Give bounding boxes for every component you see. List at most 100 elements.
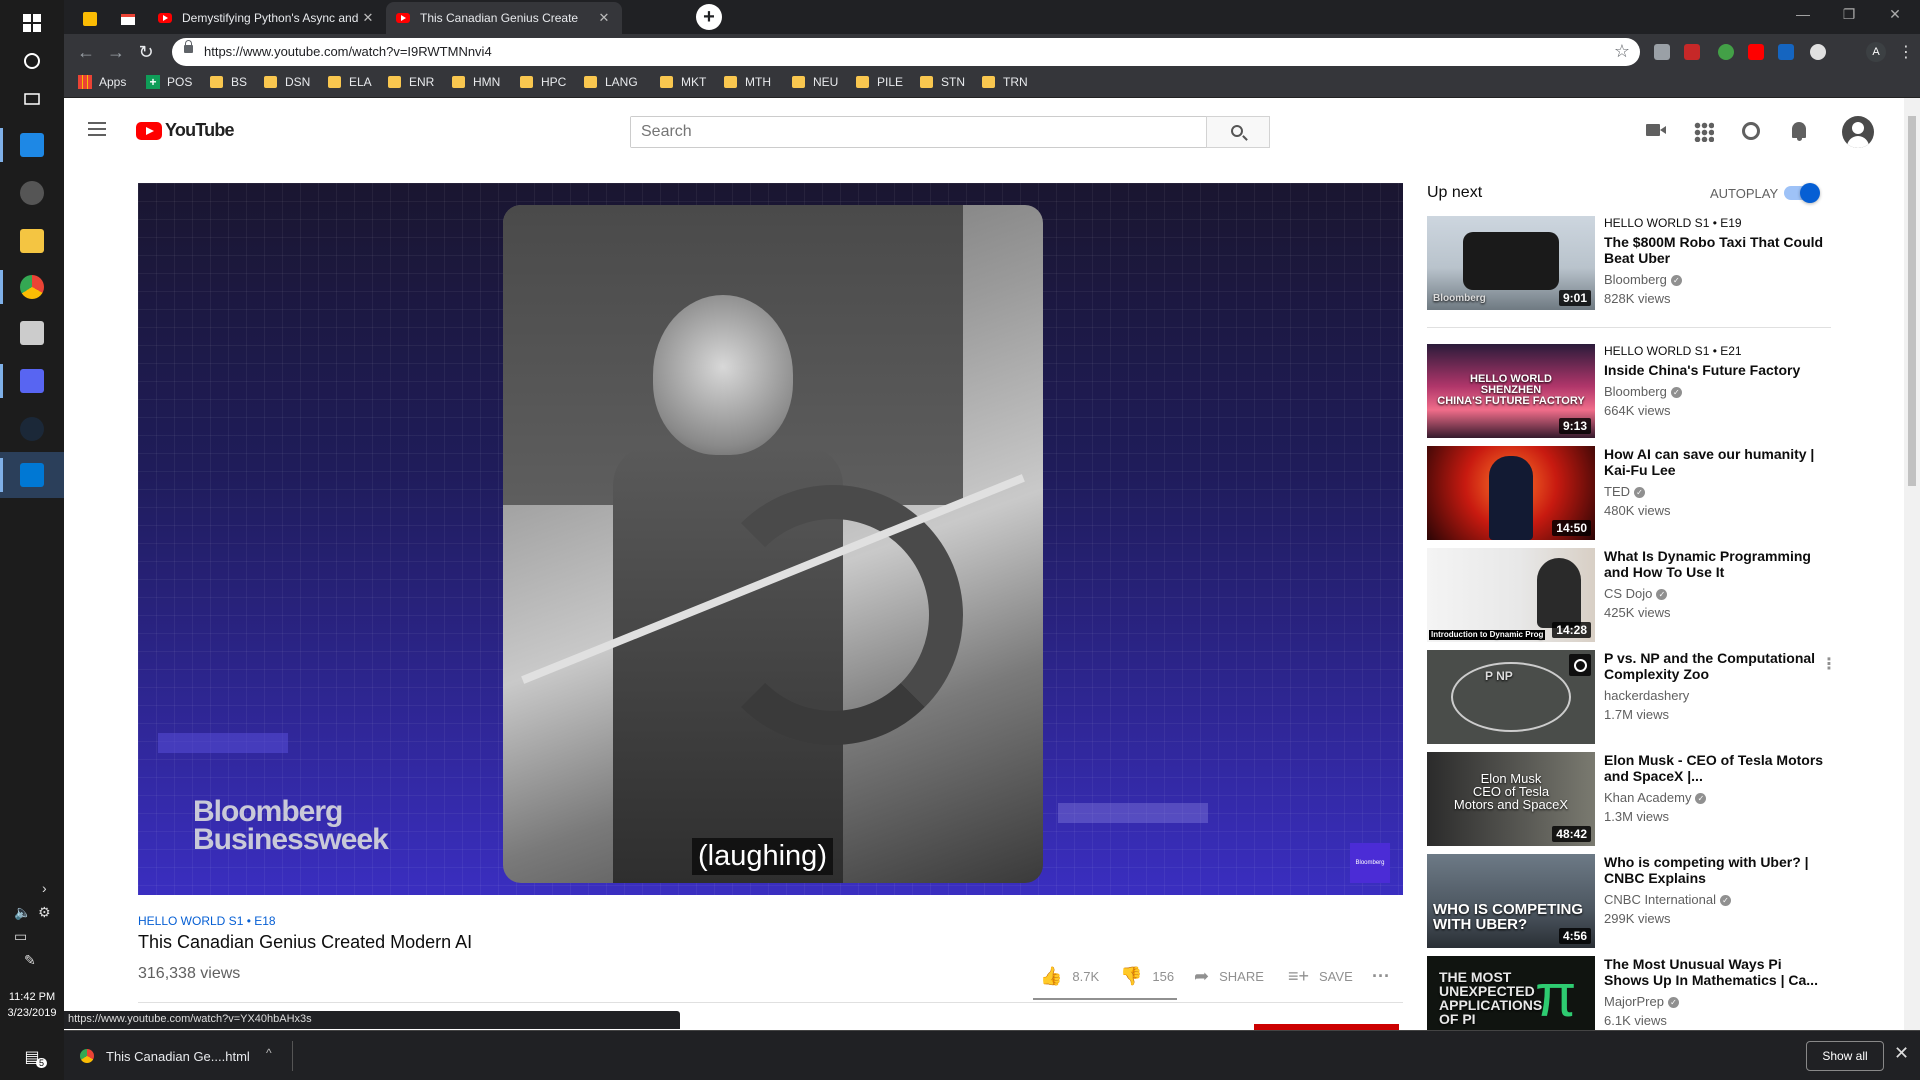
video-title[interactable]: What Is Dynamic Programming and How To U… bbox=[1604, 548, 1824, 580]
bookmark-folder[interactable]: STN bbox=[920, 75, 965, 89]
video-title[interactable]: Who is competing with Uber? | CNBC Expla… bbox=[1604, 854, 1824, 886]
video-title[interactable]: P vs. NP and the Computational Complexit… bbox=[1604, 650, 1824, 682]
video-title[interactable]: How AI can save our humanity | Kai-Fu Le… bbox=[1604, 446, 1824, 478]
account-avatar[interactable] bbox=[1842, 116, 1874, 148]
tab-close-icon[interactable]: ✕ bbox=[596, 10, 612, 26]
bookmark-folder[interactable]: HPC bbox=[520, 75, 566, 89]
video-thumbnail[interactable]: P NP bbox=[1427, 650, 1595, 744]
forward-arrow-icon[interactable]: → bbox=[104, 40, 128, 64]
extension-youtube-icon[interactable] bbox=[1748, 44, 1764, 60]
bookmark-folder[interactable]: BS bbox=[210, 75, 247, 89]
recommendation-item[interactable]: HELLO WORLD SHENZHEN CHINA'S FUTURE FACT… bbox=[1427, 344, 1837, 438]
close-downloads-icon[interactable]: ✕ bbox=[1894, 1043, 1909, 1064]
guide-menu-icon[interactable] bbox=[88, 122, 106, 136]
show-hidden-icons-chevron-icon[interactable]: › bbox=[42, 880, 47, 896]
vscode-icon[interactable] bbox=[0, 452, 64, 498]
task-view-icon[interactable] bbox=[0, 76, 64, 122]
series-tag[interactable]: HELLO WORLD S1 • E18 bbox=[138, 914, 276, 928]
steam-icon[interactable] bbox=[0, 406, 64, 452]
video-thumbnail[interactable]: WHO IS COMPETING WITH UBER? 4:56 bbox=[1427, 854, 1595, 948]
notifications-bell-icon[interactable] bbox=[1792, 122, 1806, 141]
pinned-tab-keep[interactable] bbox=[72, 4, 108, 34]
bookmark-folder[interactable]: TRN bbox=[982, 75, 1028, 89]
watch-later-clock-icon[interactable] bbox=[1569, 654, 1591, 676]
network-icon[interactable]: ⚙ bbox=[38, 904, 51, 921]
clock-date[interactable]: 3/23/2019 bbox=[0, 1006, 64, 1020]
apps-grid-icon[interactable] bbox=[1694, 122, 1714, 142]
volume-icon[interactable]: 🔈 bbox=[14, 904, 31, 921]
bookmark-folder[interactable]: NEU bbox=[792, 75, 838, 89]
bookmark-star-icon[interactable]: ☆ bbox=[1614, 41, 1630, 62]
scrollbar-thumb[interactable] bbox=[1908, 116, 1916, 486]
video-thumbnail[interactable]: THE MOST UNEXPECTED APPLICATIONS OF PI π bbox=[1427, 956, 1595, 1030]
profile-avatar[interactable]: A bbox=[1866, 42, 1886, 62]
video-title[interactable]: The Most Unusual Ways Pi Shows Up In Mat… bbox=[1604, 956, 1824, 988]
app-discord-icon[interactable] bbox=[0, 358, 64, 404]
address-url[interactable]: https://www.youtube.com/watch?v=I9RWTMNn… bbox=[204, 44, 492, 59]
bookmark-folder[interactable]: LANG bbox=[584, 75, 638, 89]
share-button[interactable]: ➦ SHARE bbox=[1194, 966, 1264, 987]
file-explorer-icon[interactable] bbox=[0, 218, 64, 264]
recommendation-item[interactable]: THE MOST UNEXPECTED APPLICATIONS OF PI π… bbox=[1427, 956, 1837, 1030]
search-input[interactable] bbox=[631, 117, 1206, 147]
bloomberg-corner-badge[interactable]: Bloomberg bbox=[1350, 843, 1390, 883]
video-title[interactable]: The $800M Robo Taxi That Could Beat Uber bbox=[1604, 234, 1824, 266]
channel-name[interactable]: TED ✓ bbox=[1604, 484, 1824, 499]
extension-shield-icon[interactable] bbox=[1654, 44, 1670, 60]
more-options-icon[interactable]: ⋮ bbox=[1821, 654, 1837, 674]
recommendation-item[interactable]: WHO IS COMPETING WITH UBER? 4:56 Who is … bbox=[1427, 854, 1837, 948]
autoplay-toggle[interactable] bbox=[1784, 183, 1820, 203]
messages-icon[interactable] bbox=[1742, 122, 1760, 140]
restore-button[interactable]: ❐ bbox=[1826, 0, 1872, 30]
page-scrollbar[interactable] bbox=[1904, 98, 1920, 1030]
video-thumbnail[interactable]: 14:50 bbox=[1427, 446, 1595, 540]
reload-icon[interactable]: ↻ bbox=[134, 40, 158, 64]
new-tab-button[interactable]: + bbox=[696, 4, 722, 30]
video-thumbnail[interactable]: HELLO WORLD SHENZHEN CHINA'S FUTURE FACT… bbox=[1427, 344, 1595, 438]
minimize-button[interactable]: — bbox=[1780, 0, 1826, 30]
clock-time[interactable]: 11:42 PM bbox=[0, 990, 64, 1004]
display-icon[interactable]: ▭ bbox=[14, 928, 27, 945]
address-bar[interactable]: https://www.youtube.com/watch?v=I9RWTMNn… bbox=[172, 38, 1640, 66]
video-title[interactable]: Inside China's Future Factory bbox=[1604, 362, 1824, 378]
more-actions-icon[interactable]: ··· bbox=[1372, 966, 1390, 987]
search-button[interactable] bbox=[1206, 116, 1270, 148]
video-thumbnail[interactable]: Bloomberg 9:01 bbox=[1427, 216, 1595, 310]
bookmark-pos[interactable]: + POS bbox=[146, 75, 192, 89]
back-arrow-icon[interactable]: ← bbox=[74, 40, 98, 64]
tab-canadian-genius[interactable]: This Canadian Genius Create ✕ bbox=[386, 2, 622, 34]
bookmark-folder[interactable]: DSN bbox=[264, 75, 310, 89]
video-thumbnail[interactable]: Introduction to Dynamic Prog 14:28 bbox=[1427, 548, 1595, 642]
pen-icon[interactable]: ✎ bbox=[24, 952, 36, 969]
search-box[interactable] bbox=[630, 116, 1207, 148]
youtube-logo[interactable]: YouTube bbox=[136, 120, 235, 141]
channel-name[interactable]: hackerdashery bbox=[1604, 688, 1824, 703]
extension-green-icon[interactable] bbox=[1718, 44, 1734, 60]
app-list-icon[interactable] bbox=[0, 310, 64, 356]
video-player[interactable]: Bloomberg Businessweek (laughing) Bloomb… bbox=[138, 183, 1403, 895]
action-center-icon[interactable]: ▤ 5 bbox=[0, 1034, 64, 1080]
bookmark-folder[interactable]: HMN bbox=[452, 75, 500, 89]
extension-red-icon[interactable] bbox=[1684, 44, 1700, 60]
bookmark-folder[interactable]: PILE bbox=[856, 75, 903, 89]
channel-name[interactable]: CNBC International ✓ bbox=[1604, 892, 1824, 907]
recommendation-item[interactable]: Introduction to Dynamic Prog 14:28 What … bbox=[1427, 548, 1837, 642]
tab-close-icon[interactable]: ✕ bbox=[360, 10, 376, 26]
channel-name[interactable]: MajorPrep ✓ bbox=[1604, 994, 1824, 1009]
dislike-button[interactable]: 👎 156 bbox=[1120, 966, 1174, 987]
tab-python-async[interactable]: Demystifying Python's Async and ✕ bbox=[148, 2, 386, 34]
app-editor-icon[interactable] bbox=[0, 122, 64, 168]
pinned-tab-gmail[interactable] bbox=[110, 4, 146, 34]
chrome-icon[interactable] bbox=[0, 264, 64, 310]
channel-name[interactable]: Bloomberg ✓ bbox=[1604, 272, 1824, 287]
extension-gear-icon[interactable] bbox=[1810, 44, 1826, 60]
download-options-caret-icon[interactable]: ^ bbox=[266, 1046, 272, 1060]
channel-name[interactable]: CS Dojo ✓ bbox=[1604, 586, 1824, 601]
bookmark-folder[interactable]: ELA bbox=[328, 75, 372, 89]
video-thumbnail[interactable]: Elon Musk CEO of Tesla Motors and SpaceX… bbox=[1427, 752, 1595, 846]
app-obs-icon[interactable] bbox=[0, 170, 64, 216]
browser-menu-icon[interactable]: ⋮ bbox=[1898, 42, 1914, 62]
recommendation-item[interactable]: Bloomberg 9:01 HELLO WORLD S1 • E19 The … bbox=[1427, 216, 1837, 310]
like-button[interactable]: 👍 8.7K bbox=[1040, 966, 1099, 987]
bookmark-apps[interactable]: Apps bbox=[78, 75, 126, 89]
